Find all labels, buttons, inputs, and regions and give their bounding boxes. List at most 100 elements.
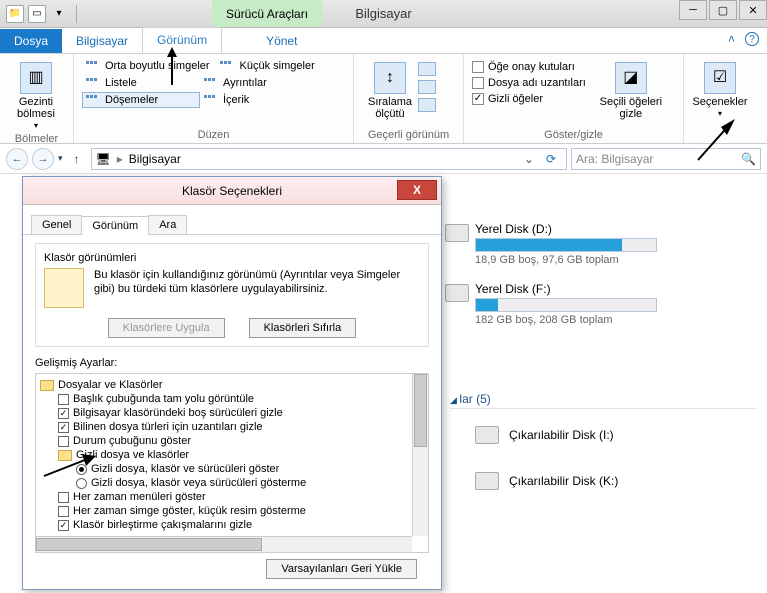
item-checkboxes-toggle[interactable]: Öğe onay kutuları <box>472 60 586 74</box>
history-dropdown-icon[interactable]: ▾ <box>58 153 63 164</box>
dialog-tab-search[interactable]: Ara <box>148 215 187 234</box>
back-button[interactable]: ← <box>6 148 28 170</box>
layout-details[interactable]: Ayrıntılar <box>200 75 318 91</box>
removable-section-header[interactable]: ◢ lar (5) <box>450 392 491 406</box>
navigation-pane-button[interactable]: ▥ Gezinti bölmesi ▾ <box>8 58 64 131</box>
drive-k[interactable]: Çıkarılabilir Disk (K:) <box>475 472 618 490</box>
opt-hide-extensions[interactable]: Bilinen dosya türleri için uzantıları gi… <box>40 420 424 434</box>
qat-dropdown-icon[interactable]: ▾ <box>50 5 68 23</box>
group-by-icon[interactable] <box>418 62 436 76</box>
dropdown-icon: ▾ <box>34 122 38 131</box>
drive-d[interactable]: Yerel Disk (D:) 18,9 GB boş, 97,6 GB top… <box>475 222 657 266</box>
size-columns-icon[interactable] <box>418 98 436 112</box>
maximize-button[interactable]: ▢ <box>709 0 737 20</box>
folder-icon <box>58 450 72 461</box>
drive-f[interactable]: Yerel Disk (F:) 182 GB boş, 208 GB topla… <box>475 282 657 326</box>
drive-i-name: Çıkarılabilir Disk (I:) <box>509 428 614 442</box>
drive-f-name: Yerel Disk (F:) <box>475 282 657 296</box>
sort-by-button[interactable]: ↕ Sıralama ölçütü <box>362 58 418 120</box>
address-toolbar: ← → ▾ ↑ 🖥 ▸ Bilgisayar ⌄ ⟳ Ara: Bilgisay… <box>0 144 767 174</box>
dialog-tabs: Genel Görünüm Ara <box>23 205 441 235</box>
computer-icon: 🖥 <box>96 152 111 166</box>
tree-hidden-group: Gizli dosya ve klasörler <box>76 449 189 461</box>
opt-always-icons[interactable]: Her zaman simge göster, küçük resim göst… <box>40 504 424 518</box>
apply-to-folders-button: Klasörlere Uygula <box>108 318 225 338</box>
restore-defaults-button[interactable]: Varsayılanları Geri Yükle <box>266 559 417 579</box>
dialog-tab-view[interactable]: Görünüm <box>81 216 149 235</box>
hide-selected-icon: ◪ <box>615 62 647 94</box>
drive-k-name: Çıkarılabilir Disk (K:) <box>509 474 618 488</box>
dropdown-icon: ▾ <box>718 110 722 119</box>
folder-views-desc: Bu klasör için kullandığınız görünümü (A… <box>94 268 420 297</box>
dialog-titlebar[interactable]: Klasör Seçenekleri X <box>23 177 441 205</box>
opt-show-hidden[interactable]: Gizli dosya, klasör ve sürücüleri göster <box>40 462 424 476</box>
drive-d-capacity-bar <box>475 238 657 252</box>
collapse-ribbon-icon[interactable]: ˄ <box>728 32 735 46</box>
search-placeholder: Ara: Bilgisayar <box>576 152 653 166</box>
opt-dont-show-hidden[interactable]: Gizli dosya, klasör veya sürücüleri göst… <box>40 476 424 490</box>
layout-list[interactable]: Listele <box>82 75 200 91</box>
refresh-icon[interactable]: ⟳ <box>540 152 562 166</box>
hide-selected-button[interactable]: ◪ Seçili öğeleri gizle <box>596 58 666 120</box>
options-button[interactable]: ☑ Seçenekler ▾ <box>692 58 748 119</box>
group-layout-label: Düzen <box>82 127 345 141</box>
dialog-title: Klasör Seçenekleri <box>182 184 282 198</box>
tree-files-folders: Dosyalar ve Klasörler <box>58 379 163 391</box>
reset-folders-button[interactable]: Klasörleri Sıfırla <box>249 318 357 338</box>
folder-icon <box>40 380 54 391</box>
opt-status-bar[interactable]: Durum çubuğunu göster <box>40 434 424 448</box>
group-currentview-label: Geçerli görünüm <box>362 127 455 141</box>
properties-icon[interactable]: ▭ <box>28 5 46 23</box>
ribbon: ▥ Gezinti bölmesi ▾ Bölmeler Orta boyutl… <box>0 54 767 144</box>
drive-d-info: 18,9 GB boş, 97,6 GB toplam <box>475 254 657 266</box>
folder-views-group: Klasör görünümleri Bu klasör için kullan… <box>35 243 429 347</box>
layout-tiles[interactable]: Döşemeler <box>82 92 200 108</box>
advanced-settings-label: Gelişmiş Ayarlar: <box>35 357 429 369</box>
sort-label: Sıralama ölçütü <box>368 96 412 120</box>
address-bar[interactable]: 🖥 ▸ Bilgisayar ⌄ ⟳ <box>91 148 567 170</box>
dialog-tab-general[interactable]: Genel <box>31 215 82 234</box>
dialog-close-button[interactable]: X <box>397 180 437 200</box>
navigation-pane-label: Gezinti bölmesi <box>17 96 55 120</box>
opt-always-menus[interactable]: Her zaman menüleri göster <box>40 490 424 504</box>
up-button[interactable]: ↑ <box>67 149 87 169</box>
hidden-items-toggle[interactable]: ✓Gizli öğeler <box>472 92 586 106</box>
tab-file[interactable]: Dosya <box>0 29 62 53</box>
layout-small-icons[interactable]: Küçük simgeler <box>217 58 335 74</box>
folder-icon[interactable]: 📁 <box>6 5 24 23</box>
advanced-settings-tree[interactable]: Dosyalar ve Klasörler Başlık çubuğunda t… <box>35 373 429 553</box>
drive-i[interactable]: Çıkarılabilir Disk (I:) <box>475 426 614 444</box>
layout-content[interactable]: İçerik <box>200 92 318 108</box>
close-button[interactable]: ✕ <box>739 0 767 20</box>
drive-f-capacity-bar <box>475 298 657 312</box>
contextual-tab-drive-tools[interactable]: Sürücü Araçları <box>212 0 322 27</box>
add-columns-icon[interactable] <box>418 80 436 94</box>
sort-icon: ↕ <box>374 62 406 94</box>
tree-scrollbar-horizontal[interactable] <box>36 536 412 552</box>
layout-medium-icons[interactable]: Orta boyutlu simgeler <box>82 58 217 74</box>
layout-gallery[interactable]: Orta boyutlu simgeler Küçük simgeler Lis… <box>82 58 345 108</box>
opt-hide-empty-drives[interactable]: Bilgisayar klasöründeki boş sürücüleri g… <box>40 406 424 420</box>
group-panes-label: Bölmeler <box>8 131 65 145</box>
tab-computer[interactable]: Bilgisayar <box>62 29 142 53</box>
file-ext-toggle[interactable]: Dosya adı uzantıları <box>472 76 586 90</box>
address-path: Bilgisayar <box>129 152 181 166</box>
quick-access-toolbar: 📁 ▭ ▾ <box>0 5 81 23</box>
removable-drive-icon <box>475 472 499 490</box>
tree-scrollbar-vertical[interactable] <box>412 374 428 536</box>
drive-f-info: 182 GB boş, 208 GB toplam <box>475 314 657 326</box>
window-titlebar: 📁 ▭ ▾ Sürücü Araçları Bilgisayar ─ ▢ ✕ <box>0 0 767 28</box>
hide-selected-label: Seçili öğeleri gizle <box>600 96 662 120</box>
folder-views-icon <box>44 268 84 308</box>
options-icon: ☑ <box>704 62 736 94</box>
minimize-button[interactable]: ─ <box>679 0 707 20</box>
opt-merge-conflicts[interactable]: Klasör birleştirme çakışmalarını gizle <box>40 518 424 532</box>
folder-options-dialog: Klasör Seçenekleri X Genel Görünüm Ara K… <box>22 176 442 590</box>
opt-fullpath[interactable]: Başlık çubuğunda tam yolu görüntüle <box>40 392 424 406</box>
search-input[interactable]: Ara: Bilgisayar 🔍 <box>571 148 761 170</box>
help-icon[interactable]: ? <box>745 32 759 46</box>
search-icon: 🔍 <box>741 152 756 166</box>
forward-button[interactable]: → <box>32 148 54 170</box>
tab-manage[interactable]: Yönet <box>252 29 311 53</box>
tab-view[interactable]: Görünüm <box>142 27 222 53</box>
